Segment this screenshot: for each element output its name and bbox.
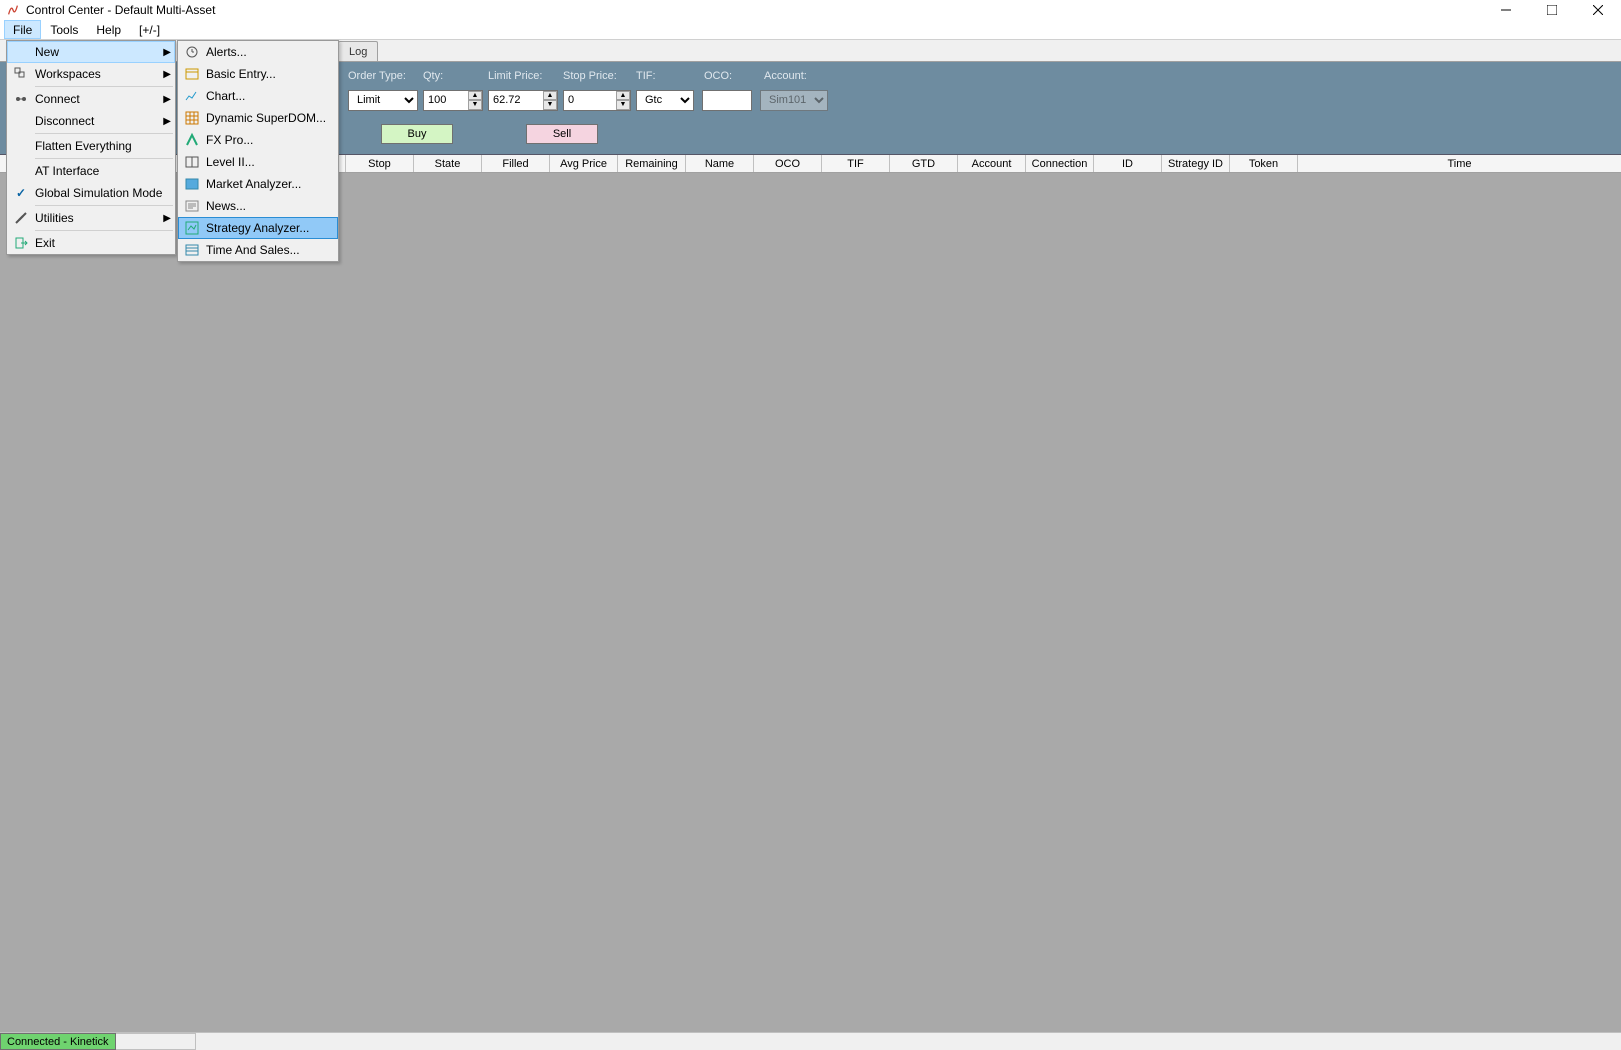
col-oco[interactable]: OCO xyxy=(754,155,822,172)
chevron-right-icon: ▶ xyxy=(163,47,171,58)
menu-item-utilities[interactable]: Utilities ▶ xyxy=(7,207,175,229)
chevron-right-icon: ▶ xyxy=(163,116,171,127)
chart-icon xyxy=(182,86,202,106)
label-oco: OCO: xyxy=(704,70,764,82)
close-button[interactable] xyxy=(1575,0,1621,20)
news-icon xyxy=(182,196,202,216)
menu-file[interactable]: File xyxy=(4,20,41,39)
menu-item-superdom[interactable]: Dynamic SuperDOM... xyxy=(178,107,338,129)
menu-item-connect[interactable]: Connect ▶ xyxy=(7,88,175,110)
oco-input[interactable] xyxy=(702,90,752,111)
label-limit-price: Limit Price: xyxy=(488,70,563,82)
checkmark-icon: ✓ xyxy=(11,183,31,203)
grid-icon xyxy=(182,108,202,128)
exit-icon xyxy=(11,233,31,253)
sell-button[interactable]: Sell xyxy=(526,124,598,144)
col-filled[interactable]: Filled xyxy=(482,155,550,172)
file-dropdown: New ▶ Workspaces ▶ Connect ▶ Disconnect … xyxy=(6,40,176,255)
col-strategy-id[interactable]: Strategy ID xyxy=(1162,155,1230,172)
menu-item-alerts[interactable]: Alerts... xyxy=(178,41,338,63)
col-account[interactable]: Account xyxy=(958,155,1026,172)
menu-item-sim-mode[interactable]: ✓ Global Simulation Mode xyxy=(7,182,175,204)
grid-body xyxy=(0,173,1621,1032)
titlebar: Control Center - Default Multi-Asset xyxy=(0,0,1621,20)
limit-price-spinner[interactable]: ▲▼ xyxy=(543,91,557,110)
label-stop-price: Stop Price: xyxy=(563,70,636,82)
menu-item-strategy-analyzer[interactable]: Strategy Analyzer... xyxy=(178,217,338,239)
connect-icon xyxy=(11,89,31,109)
menu-item-fxpro[interactable]: FX Pro... xyxy=(178,129,338,151)
table-icon xyxy=(182,152,202,172)
label-tif: TIF: xyxy=(636,70,704,82)
tif-select[interactable]: Gtc xyxy=(636,90,694,111)
menu-item-disconnect[interactable]: Disconnect ▶ xyxy=(7,110,175,132)
chevron-right-icon: ▶ xyxy=(163,94,171,105)
statusbar: Connected - Kinetick xyxy=(0,1032,1621,1050)
blank-icon xyxy=(11,42,31,62)
maximize-button[interactable] xyxy=(1529,0,1575,20)
col-state[interactable]: State xyxy=(414,155,482,172)
app-logo-icon xyxy=(6,3,20,17)
buy-button[interactable]: Buy xyxy=(381,124,453,144)
menu-item-at-interface[interactable]: AT Interface xyxy=(7,160,175,182)
col-name[interactable]: Name xyxy=(686,155,754,172)
col-remaining[interactable]: Remaining xyxy=(618,155,686,172)
menu-item-basic-entry[interactable]: Basic Entry... xyxy=(178,63,338,85)
form-icon xyxy=(182,64,202,84)
label-order-type: Order Type: xyxy=(348,70,423,82)
analyzer-icon xyxy=(182,174,202,194)
workspaces-icon xyxy=(11,64,31,84)
account-select[interactable]: Sim101 xyxy=(760,90,828,111)
tab-log[interactable]: Log xyxy=(338,41,378,61)
connection-status: Connected - Kinetick xyxy=(0,1033,116,1050)
new-submenu: Alerts... Basic Entry... Chart... Dynami… xyxy=(177,40,339,262)
status-empty-cell xyxy=(116,1033,196,1050)
qty-spinner[interactable]: ▲▼ xyxy=(468,91,482,110)
chevron-right-icon: ▶ xyxy=(163,69,171,80)
menu-item-time-and-sales[interactable]: Time And Sales... xyxy=(178,239,338,261)
menu-item-market-analyzer[interactable]: Market Analyzer... xyxy=(178,173,338,195)
menu-item-new[interactable]: New ▶ xyxy=(7,41,175,63)
window-title: Control Center - Default Multi-Asset xyxy=(26,3,1615,17)
menubar: File Tools Help [+/-] xyxy=(0,20,1621,40)
col-connection[interactable]: Connection xyxy=(1026,155,1094,172)
chevron-right-icon: ▶ xyxy=(163,213,171,224)
menu-tools[interactable]: Tools xyxy=(41,20,87,39)
strategy-icon xyxy=(182,218,202,238)
col-time[interactable]: Time xyxy=(1298,155,1621,172)
label-account: Account: xyxy=(764,70,807,82)
col-gtd[interactable]: GTD xyxy=(890,155,958,172)
stop-price-spinner[interactable]: ▲▼ xyxy=(616,91,630,110)
col-tif[interactable]: TIF xyxy=(822,155,890,172)
label-qty: Qty: xyxy=(423,70,488,82)
menu-item-news[interactable]: News... xyxy=(178,195,338,217)
menu-item-workspaces[interactable]: Workspaces ▶ xyxy=(7,63,175,85)
blank-icon xyxy=(11,136,31,156)
col-avg-price[interactable]: Avg Price xyxy=(550,155,618,172)
menu-plusminus[interactable]: [+/-] xyxy=(130,20,169,39)
menu-item-flatten[interactable]: Flatten Everything xyxy=(7,135,175,157)
blank-icon xyxy=(11,161,31,181)
clock-icon xyxy=(182,42,202,62)
menu-help[interactable]: Help xyxy=(87,20,130,39)
menu-item-chart[interactable]: Chart... xyxy=(178,85,338,107)
col-token[interactable]: Token xyxy=(1230,155,1298,172)
col-id[interactable]: ID xyxy=(1094,155,1162,172)
minimize-button[interactable] xyxy=(1483,0,1529,20)
fx-icon xyxy=(182,130,202,150)
menu-item-level2[interactable]: Level II... xyxy=(178,151,338,173)
timesales-icon xyxy=(182,240,202,260)
col-stop[interactable]: Stop xyxy=(346,155,414,172)
order-type-select[interactable]: Limit xyxy=(348,90,418,111)
menu-item-exit[interactable]: Exit xyxy=(7,232,175,254)
blank-icon xyxy=(11,111,31,131)
tools-icon xyxy=(11,208,31,228)
